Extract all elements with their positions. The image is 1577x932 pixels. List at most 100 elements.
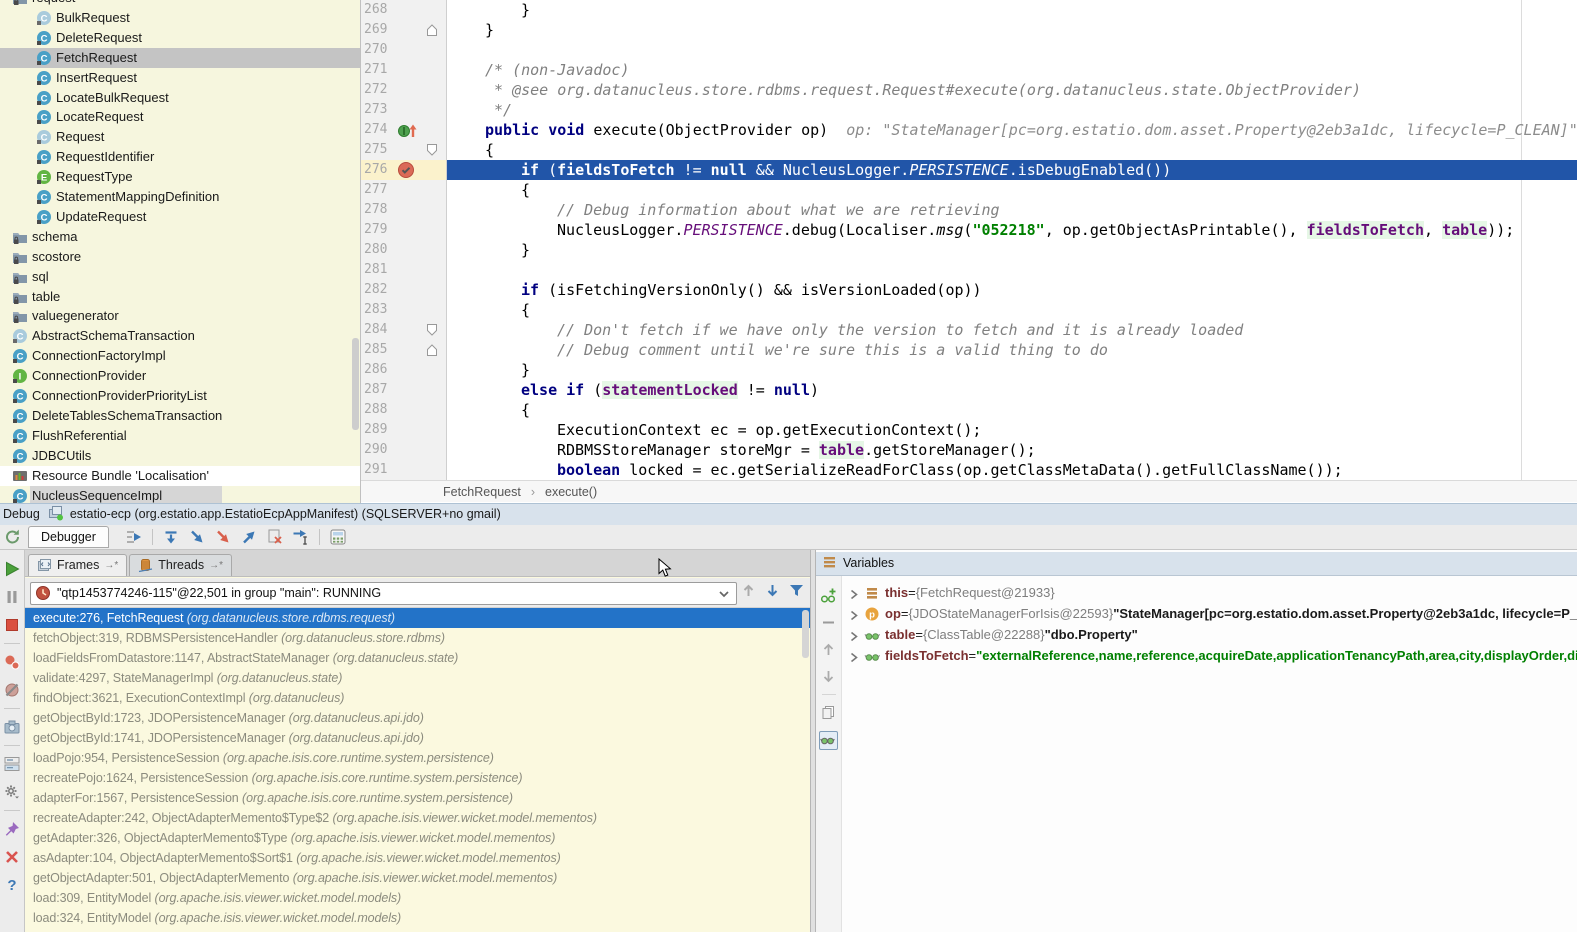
code-line-285[interactable]: 285// Debug comment until we're sure thi…	[361, 340, 1577, 360]
tree-item-request[interactable]: CRequest	[0, 127, 360, 147]
tree-item-connectionproviderprioritylist[interactable]: CConnectionProviderPriorityList	[0, 386, 360, 406]
code-line-289[interactable]: 289ExecutionContext ec = op.getExecution…	[361, 420, 1577, 440]
help-icon[interactable]: ?	[3, 876, 21, 894]
tree-item-abstractschematransaction[interactable]: CAbstractSchemaTransaction	[0, 326, 360, 346]
view-breakpoints-icon[interactable]	[3, 653, 21, 671]
code-line-291[interactable]: 291boolean locked = ec.getSerializeReadF…	[361, 460, 1577, 480]
tree-item-fetchrequest[interactable]: CFetchRequest	[0, 48, 360, 68]
rerun-debug-icon[interactable]	[4, 528, 22, 546]
code-line-271[interactable]: 271/* (non-Javadoc)	[361, 60, 1577, 80]
drop-frame-icon[interactable]	[266, 528, 284, 546]
code-line-280[interactable]: 280}	[361, 240, 1577, 260]
tree-item-valuegenerator[interactable]: valuegenerator	[0, 306, 360, 326]
code-line-273[interactable]: 273 */	[361, 100, 1577, 120]
method-entry-icon[interactable]	[397, 121, 419, 139]
frame-row[interactable]: getAdapter:326, ObjectAdapterMemento$Typ…	[25, 828, 810, 848]
frame-row[interactable]: loadPojo:954, PersistenceSession (org.ap…	[25, 748, 810, 768]
expand-chevron-icon[interactable]	[847, 586, 860, 599]
run-to-cursor-icon[interactable]	[292, 528, 310, 546]
tree-item-requestidentifier[interactable]: CRequestIdentifier	[0, 147, 360, 167]
frame-row[interactable]: execute:276, FetchRequest (org.datanucle…	[25, 608, 810, 628]
expand-chevron-icon[interactable]	[847, 628, 860, 641]
thread-combo[interactable]: "qtp1453774246-115"@22,501 in group "mai…	[30, 582, 737, 605]
tree-item-locaterequest[interactable]: CLocateRequest	[0, 107, 360, 127]
variable-row-this[interactable]: this = {FetchRequest@21933}	[843, 582, 1055, 603]
chevron-down-icon[interactable]	[716, 586, 732, 602]
add-watch-icon[interactable]	[820, 587, 837, 604]
fold-down-icon[interactable]	[425, 323, 439, 337]
code-line-278[interactable]: 278// Debug information about what we ar…	[361, 200, 1577, 220]
stop-icon[interactable]	[3, 616, 21, 634]
frame-row[interactable]: recreateAdapter:242, ObjectAdapterMement…	[25, 808, 810, 828]
code-line-274[interactable]: 274public void execute(ObjectProvider op…	[361, 120, 1577, 140]
prev-frame-icon[interactable]	[740, 582, 757, 599]
next-frame-icon[interactable]	[764, 582, 781, 599]
tree-item-sql[interactable]: sql	[0, 267, 360, 287]
frame-row[interactable]: validate:4297, StateManagerImpl (org.dat…	[25, 668, 810, 688]
frame-row[interactable]: loadFieldsFromDatastore:1147, AbstractSt…	[25, 648, 810, 668]
code-line-290[interactable]: 290RDBMSStoreManager storeMgr = table.ge…	[361, 440, 1577, 460]
force-step-into-icon[interactable]	[214, 528, 232, 546]
frame-row[interactable]: asAdapter:104, ObjectAdapterMemento$Sort…	[25, 848, 810, 868]
tree-item-table[interactable]: table	[0, 287, 360, 307]
frame-row[interactable]: adapterFor:1567, PersistenceSession (org…	[25, 788, 810, 808]
code-line-287[interactable]: 287else if (statementLocked != null)	[361, 380, 1577, 400]
tree-item-resource-bundle-localisation[interactable]: Resource Bundle 'Localisation'	[0, 466, 360, 486]
frame-row[interactable]: getObjectById:1723, JDOPersistenceManage…	[25, 708, 810, 728]
tree-item-flushreferential[interactable]: CFlushReferential	[0, 426, 360, 446]
tree-item-nucleussequenceimpl[interactable]: CNucleusSequenceImpl	[0, 486, 360, 504]
tab-frames[interactable]: Frames→*	[28, 554, 127, 576]
breadcrumb-method[interactable]: execute()	[545, 485, 597, 499]
step-over-icon[interactable]	[162, 528, 180, 546]
expand-chevron-icon[interactable]	[847, 649, 860, 662]
code-line-268[interactable]: 268}	[361, 0, 1577, 20]
frame-row[interactable]: load:309, EntityModel (org.apache.isis.v…	[25, 888, 810, 908]
breakpoint-icon[interactable]	[397, 161, 419, 179]
move-down-icon[interactable]	[820, 668, 837, 685]
mute-breakpoints-icon[interactable]	[3, 681, 21, 699]
tree-item-bulkrequest[interactable]: CBulkRequest	[0, 8, 360, 28]
pause-icon[interactable]	[3, 588, 21, 606]
code-line-275[interactable]: 275{	[361, 140, 1577, 160]
thread-dump-icon[interactable]	[3, 718, 21, 736]
tree-item-scostore[interactable]: scostore	[0, 247, 360, 267]
tree-item-updaterequest[interactable]: CUpdateRequest	[0, 207, 360, 227]
evaluate-expression-icon[interactable]	[329, 528, 347, 546]
fold-down-icon[interactable]	[425, 143, 439, 157]
tree-item-statementmappingdefinition[interactable]: CStatementMappingDefinition	[0, 187, 360, 207]
code-line-272[interactable]: 272 * @see org.datanucleus.store.rdbms.r…	[361, 80, 1577, 100]
tree-item-locatebulkrequest[interactable]: CLocateBulkRequest	[0, 88, 360, 108]
frame-row[interactable]: getObjectAdapter:501, ObjectAdapterMemen…	[25, 868, 810, 888]
code-editor[interactable]: 268}269}270271/* (non-Javadoc)272 * @see…	[361, 0, 1577, 480]
code-line-286[interactable]: 286}	[361, 360, 1577, 380]
variable-row-op[interactable]: pop = {JDOStateManagerForIsis@22593} "St…	[843, 603, 1577, 624]
step-into-icon[interactable]	[188, 528, 206, 546]
tab-threads[interactable]: Threads→*	[129, 554, 232, 576]
step-out-icon[interactable]	[240, 528, 258, 546]
pin-icon[interactable]	[3, 820, 21, 838]
breadcrumb-class[interactable]: FetchRequest	[443, 485, 521, 499]
variable-row-fieldstofetch[interactable]: fieldsToFetch = "externalReference,name,…	[843, 645, 1577, 666]
tree-item-deletetablesschematransaction[interactable]: CDeleteTablesSchemaTransaction	[0, 406, 360, 426]
frame-row[interactable]: fetchObject:319, RDBMSPersistenceHandler…	[25, 628, 810, 648]
tree-item-connectionprovider[interactable]: IConnectionProvider	[0, 366, 360, 386]
fold-up-icon[interactable]	[425, 343, 439, 357]
tree-item-connectionfactoryimpl[interactable]: CConnectionFactoryImpl	[0, 346, 360, 366]
fold-up-icon[interactable]	[425, 23, 439, 37]
frame-row[interactable]: findObject:3621, ExecutionContextImpl (o…	[25, 688, 810, 708]
frame-row[interactable]: getObjectById:1741, JDOPersistenceManage…	[25, 728, 810, 748]
tree-item-request[interactable]: request	[0, 0, 360, 8]
expand-chevron-icon[interactable]	[847, 607, 860, 620]
code-line-279[interactable]: 279NucleusLogger.PERSISTENCE.debug(Local…	[361, 220, 1577, 240]
close-icon[interactable]	[3, 848, 21, 866]
tree-item-schema[interactable]: schema	[0, 227, 360, 247]
show-watches-icon[interactable]	[819, 731, 838, 750]
frame-row[interactable]: load:324, EntityModel (org.apache.isis.v…	[25, 908, 810, 928]
tree-item-deleterequest[interactable]: CDeleteRequest	[0, 28, 360, 48]
settings-icon[interactable]	[3, 783, 21, 801]
frames-scrollbar[interactable]	[802, 610, 809, 658]
code-line-270[interactable]: 270	[361, 40, 1577, 60]
show-execution-point-icon[interactable]	[125, 528, 143, 546]
project-tree[interactable]: requestCBulkRequestCDeleteRequestCFetchR…	[0, 0, 361, 503]
resume-icon[interactable]	[3, 560, 21, 578]
